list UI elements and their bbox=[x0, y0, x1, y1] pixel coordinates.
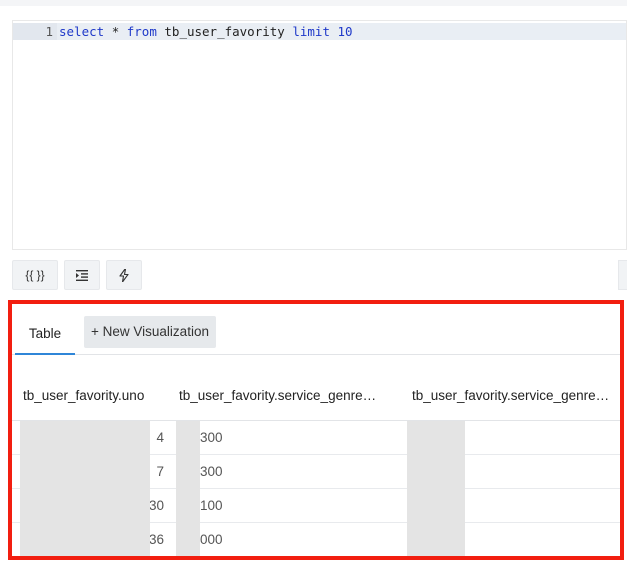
indent-icon bbox=[76, 269, 88, 281]
column-header-uno[interactable]: tb_user_favority.uno bbox=[23, 388, 144, 403]
column-header-service-genre-2[interactable]: tb_user_favority.service_genre… bbox=[412, 388, 609, 403]
sql-editor[interactable]: 1 select * from tb_user_favority limit 1… bbox=[12, 20, 627, 250]
cell-uno: 36 bbox=[148, 532, 164, 547]
top-strip bbox=[0, 0, 627, 6]
keyword-from: from bbox=[126, 24, 157, 39]
cell-service-genre: 100 bbox=[200, 498, 223, 513]
table-name-token: tb_user_favority bbox=[164, 24, 285, 39]
redaction-mask bbox=[20, 421, 150, 556]
cell-service-genre: 300 bbox=[200, 430, 223, 445]
keyword-select: select bbox=[59, 24, 105, 39]
cell-service-genre: 000 bbox=[200, 532, 223, 547]
cell-uno: 30 bbox=[148, 498, 164, 513]
format-label: {{ }} bbox=[25, 268, 45, 282]
indent-button[interactable] bbox=[64, 260, 100, 290]
editor-toolbar: {{ }} bbox=[12, 260, 142, 290]
format-button[interactable]: {{ }} bbox=[12, 260, 58, 290]
results-panel: Table + New Visualization tb_user_favori… bbox=[8, 300, 624, 560]
cell-uno: 4 bbox=[156, 430, 164, 445]
sql-code[interactable]: select * from tb_user_favority limit 10 bbox=[59, 23, 353, 40]
tab-table[interactable]: Table bbox=[15, 314, 75, 355]
column-header-service-genre-1[interactable]: tb_user_favority.service_genre… bbox=[179, 388, 376, 403]
cell-service-genre: 300 bbox=[200, 464, 223, 479]
line-number: 1 bbox=[13, 23, 57, 40]
keyword-limit: limit bbox=[292, 24, 330, 39]
table-header: tb_user_favority.uno tb_user_favority.se… bbox=[12, 356, 620, 421]
execute-button[interactable] bbox=[106, 260, 142, 290]
cell-uno: 7 bbox=[156, 464, 164, 479]
limit-value-token: 10 bbox=[337, 24, 353, 39]
redaction-mask bbox=[176, 421, 200, 556]
lightning-icon bbox=[119, 268, 129, 282]
star-token: * bbox=[111, 24, 120, 39]
new-visualization-button[interactable]: + New Visualization bbox=[84, 316, 216, 348]
editor-line[interactable]: 1 select * from tb_user_favority limit 1… bbox=[13, 23, 626, 40]
query-editor-page: 1 select * from tb_user_favority limit 1… bbox=[0, 0, 627, 563]
redaction-mask bbox=[407, 421, 465, 556]
results-tabs: Table + New Visualization bbox=[12, 304, 620, 355]
toolbar-right-button[interactable] bbox=[618, 260, 627, 290]
